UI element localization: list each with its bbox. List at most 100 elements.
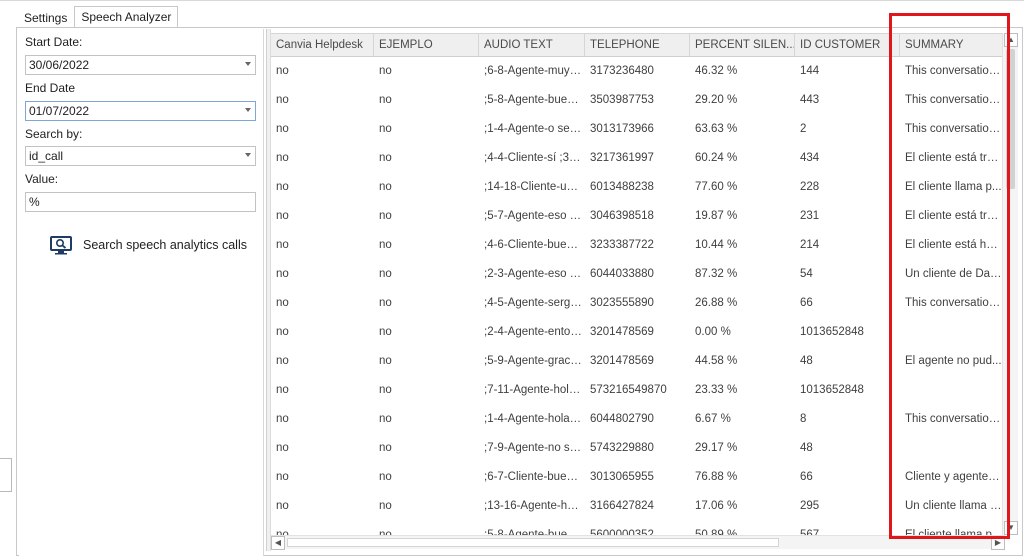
cell-percent-silence: 23.33 %: [695, 384, 738, 396]
cell-telephone: 6044033880: [590, 268, 654, 280]
column-header[interactable]: SUMMARY: [900, 34, 1005, 56]
cell-helpdesk: no: [276, 413, 289, 425]
search-by-select[interactable]: id_call: [25, 146, 256, 166]
cell-telephone: 6044802790: [590, 413, 654, 425]
cell-ejemplo: no: [379, 210, 392, 222]
cell-ejemplo: no: [379, 355, 392, 367]
table-row[interactable]: no no ;2-3-Agente-eso e... 6044033880 87.32 …: [271, 260, 1005, 289]
cell-summary: El cliente está trat...: [905, 210, 1002, 222]
cell-telephone: 3013173966: [590, 123, 654, 135]
start-date-value: 30/06/2022: [29, 58, 90, 72]
cell-audio-text: ;14-18-Cliente-un...: [484, 181, 582, 193]
table-row[interactable]: no no ;6-8-Agente-muy ... 3173236480 46.32 %…: [271, 57, 1005, 86]
end-date-picker[interactable]: 01/07/2022: [25, 101, 256, 121]
column-header[interactable]: AUDIO TEXT: [479, 34, 585, 56]
cell-ejemplo: no: [379, 442, 392, 454]
cell-telephone: 3173236480: [590, 65, 654, 77]
cell-audio-text: ;1-4-Agente-hola ...: [484, 413, 582, 425]
search-button-label: Search speech analytics calls: [83, 238, 247, 252]
table-row[interactable]: no no ;2-4-Agente-enton... 3201478569 0.00 %…: [271, 318, 1005, 347]
chevron-down-icon[interactable]: [245, 153, 251, 157]
table-row[interactable]: no no ;5-8-Agente-buen... 3503987753 29.20 %…: [271, 86, 1005, 115]
column-header[interactable]: PERCENT SILEN...: [690, 34, 795, 56]
tab-settings[interactable]: Settings: [17, 8, 74, 28]
value-input[interactable]: %: [25, 192, 256, 212]
table-row[interactable]: no no ;5-8-Agente-buen... 5600000352 50.89 %…: [271, 521, 1005, 535]
cell-audio-text: ;6-8-Agente-muy ...: [484, 65, 582, 77]
cell-summary: Un cliente llama p...: [905, 500, 1002, 512]
grid-header: Canvia Helpdesk EJEMPLO AUDIO TEXT TELEPHON…: [271, 33, 1005, 57]
cell-summary: Un cliente de Davi...: [905, 268, 1002, 280]
cell-telephone: 3166427824: [590, 500, 654, 512]
cell-ejemplo: no: [379, 297, 392, 309]
cell-telephone: 3013065955: [590, 471, 654, 483]
vertical-scroll-thumb[interactable]: [1006, 49, 1015, 189]
tab-speech-analyzer[interactable]: Speech Analyzer: [74, 6, 179, 28]
cell-audio-text: ;7-9-Agente-no sa...: [484, 442, 582, 454]
table-row[interactable]: no no ;4-6-Cliente-buen... 3233387722 10.44 …: [271, 231, 1005, 260]
cell-audio-text: ;2-3-Agente-eso e...: [484, 268, 582, 280]
search-by-value: id_call: [29, 149, 64, 163]
grid-body: no no ;6-8-Agente-muy ... 3173236480 46.32 %…: [271, 57, 1005, 535]
start-date-picker[interactable]: 30/06/2022: [25, 55, 256, 75]
cell-ejemplo: no: [379, 471, 392, 483]
table-row[interactable]: no no ;6-7-Cliente-buen... 3013065955 76.88 …: [271, 463, 1005, 492]
cell-summary: This conversation...: [905, 123, 1002, 135]
search-speech-analytics-button[interactable]: Search speech analytics calls: [49, 232, 247, 258]
table-row[interactable]: no no ;13-16-Agente-hol... 3166427824 17.06 …: [271, 492, 1005, 521]
cell-summary: This conversation...: [905, 94, 1002, 106]
results-grid[interactable]: Canvia Helpdesk EJEMPLO AUDIO TEXT TELEPHON…: [266, 29, 1020, 551]
cell-percent-silence: 0.00 %: [695, 326, 731, 338]
table-row[interactable]: no no ;1-4-Agente-hola ... 6044802790 6.67 %…: [271, 405, 1005, 434]
cell-summary: [901, 318, 1002, 347]
cell-audio-text: ;5-8-Agente-buen...: [484, 94, 582, 106]
scroll-up-icon[interactable]: ▲: [1004, 33, 1018, 47]
column-header[interactable]: EJEMPLO: [374, 34, 479, 56]
cell-id-customer: 144: [800, 65, 820, 77]
horizontal-scrollbar[interactable]: ◀ ▶: [271, 535, 1005, 550]
table-row[interactable]: no no ;1-4-Agente-o sea... 3013173966 63.63 …: [271, 115, 1005, 144]
cell-audio-text: ;4-4-Cliente-sí ;3-...: [484, 152, 582, 164]
cell-ejemplo: no: [379, 326, 392, 338]
table-row[interactable]: no no ;4-4-Cliente-sí ;3-... 3217361997 60.2…: [271, 144, 1005, 173]
chevron-down-icon[interactable]: [245, 108, 251, 112]
cell-percent-silence: 29.17 %: [695, 442, 738, 454]
scroll-right-icon[interactable]: ▶: [991, 536, 1005, 550]
cell-helpdesk: no: [276, 355, 289, 367]
cell-summary: El cliente llama p...: [905, 529, 1002, 535]
column-header[interactable]: Canvia Helpdesk: [271, 34, 374, 56]
cell-id-customer: 8: [800, 413, 807, 425]
cell-id-customer: 48: [800, 442, 813, 454]
cell-helpdesk: no: [276, 123, 289, 135]
start-date-label: Start Date:: [25, 35, 83, 49]
table-row[interactable]: no no ;14-18-Cliente-un... 6013488238 77.60 …: [271, 173, 1005, 202]
column-header[interactable]: TELEPHONE: [585, 34, 690, 56]
cell-helpdesk: no: [276, 529, 289, 535]
cell-audio-text: ;7-11-Agente-hola ...: [484, 384, 582, 396]
cell-helpdesk: no: [276, 384, 289, 396]
chevron-down-icon[interactable]: [245, 62, 251, 66]
horizontal-scroll-thumb[interactable]: [287, 538, 779, 547]
cell-audio-text: ;5-9-Agente-graci...: [484, 355, 582, 367]
cell-audio-text: ;4-6-Cliente-buen...: [484, 239, 582, 251]
cell-ejemplo: no: [379, 181, 392, 193]
cell-audio-text: ;5-7-Agente-eso e...: [484, 210, 582, 222]
scroll-left-icon[interactable]: ◀: [271, 536, 285, 550]
table-row[interactable]: no no ;7-11-Agente-hola ... 573216549870 23.…: [271, 376, 1005, 405]
table-row[interactable]: no no ;5-9-Agente-graci... 3201478569 44.58 …: [271, 347, 1005, 376]
vertical-scrollbar[interactable]: ▲ ▼: [1002, 33, 1018, 535]
cell-helpdesk: no: [276, 297, 289, 309]
cell-percent-silence: 76.88 %: [695, 471, 738, 483]
cell-telephone: 3217361997: [590, 152, 654, 164]
table-row[interactable]: no no ;5-7-Agente-eso e... 3046398518 19.87 …: [271, 202, 1005, 231]
cell-percent-silence: 6.67 %: [695, 413, 731, 425]
cell-summary: El cliente está trat...: [905, 152, 1002, 164]
cell-audio-text: ;1-4-Agente-o sea...: [484, 123, 582, 135]
column-header[interactable]: ID CUSTOMER: [795, 34, 900, 56]
cell-percent-silence: 10.44 %: [695, 239, 738, 251]
scroll-down-icon[interactable]: ▼: [1004, 521, 1018, 535]
table-row[interactable]: no no ;4-5-Agente-sergi... 3023555890 26.88 …: [271, 289, 1005, 318]
table-row[interactable]: no no ;7-9-Agente-no sa... 5743229880 29.17 …: [271, 434, 1005, 463]
cell-audio-text: ;4-5-Agente-sergi...: [484, 297, 582, 309]
cell-helpdesk: no: [276, 152, 289, 164]
